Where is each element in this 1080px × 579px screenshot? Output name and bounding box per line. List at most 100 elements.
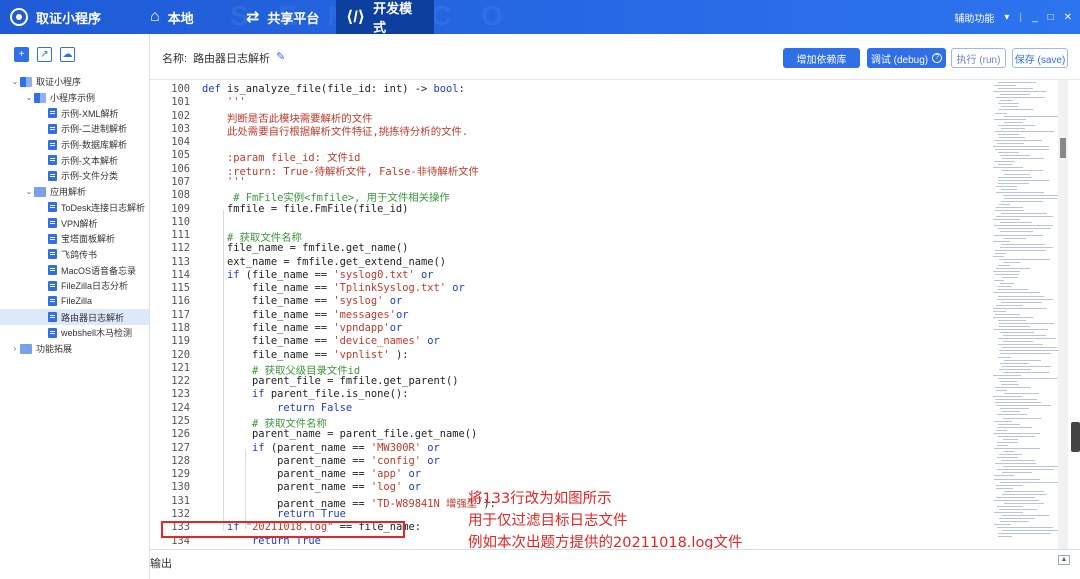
minimap-line (998, 124, 1035, 126)
nav-tab-share[interactable]: ⇄ 共享平台 (236, 0, 329, 34)
editor-scrollbar[interactable] (1058, 80, 1068, 549)
tree-item[interactable]: webshell木马检测 (0, 325, 149, 341)
code-line[interactable]: if (parent_name == 'MW300R' or (202, 442, 440, 454)
debug-button[interactable]: 调试 (debug) ? (867, 48, 946, 68)
minimap-line (1004, 115, 1062, 117)
code-line[interactable]: parent_name == 'app' or (202, 468, 421, 480)
code-line[interactable]: fmfile = file.FmFile(file_id) (202, 203, 408, 215)
line-number: 124 (171, 401, 190, 414)
minimap-line (998, 88, 1033, 90)
code-minimap[interactable] (990, 80, 1062, 549)
minimap-line (993, 432, 1040, 434)
minimap-line (1003, 341, 1033, 343)
code-line[interactable]: parent_name == 'log' or (202, 481, 421, 493)
tree-item[interactable]: MacOS语音备忘录 (0, 262, 149, 278)
close-button[interactable]: ✕ (1064, 12, 1072, 23)
minimap-line (1000, 100, 1013, 102)
code-line[interactable]: ext_name = fmfile.get_extend_name() (202, 256, 446, 268)
tree-item[interactable]: VPN解析 (0, 215, 149, 231)
maximize-button[interactable]: □ (1048, 12, 1054, 23)
program-name-value: 路由器日志解析 (193, 53, 271, 65)
code-line[interactable]: ''' (202, 96, 246, 108)
save-button[interactable]: 保存 (save) (1012, 48, 1068, 68)
code-line[interactable]: file_name = fmfile.get_name() (202, 242, 408, 254)
share-icon: ⇄ (246, 9, 260, 26)
nav-tab-local[interactable]: ⌂ 本地 (140, 0, 204, 34)
save-label: 保存 (save) (1014, 54, 1066, 66)
chevron-icon[interactable]: ⌄ (24, 187, 34, 196)
tree-item[interactable]: 宝塔面板解析 (0, 231, 149, 247)
tree-item[interactable]: 示例-XML解析 (0, 105, 149, 121)
code-line[interactable]: return False (202, 402, 352, 414)
tree-item[interactable]: ToDesk连接日志解析 (0, 200, 149, 216)
minimap-line (1004, 173, 1030, 175)
chevron-down-icon[interactable]: ▾ (1004, 12, 1009, 23)
tree-item[interactable]: ⌄ 取证小程序 (0, 74, 149, 90)
code-editor[interactable]: 100 def is_analyze_file(file_id: int) -> … (150, 80, 990, 549)
minimize-button[interactable]: _ (1032, 12, 1038, 23)
tree-item-label: MacOS语音备忘录 (61, 265, 137, 276)
tree-item[interactable]: 路由器日志解析 (0, 309, 149, 325)
code-line[interactable]: file_name == 'TplinkSyslog.txt' or (202, 282, 465, 294)
code-line[interactable]: file_name == 'device_names' or (202, 335, 440, 347)
minimap-line (993, 91, 1046, 93)
assist-menu[interactable]: 辅助功能 (954, 10, 994, 25)
tree-item[interactable]: 示例-文件分类 (0, 168, 149, 184)
line-number: 130 (171, 481, 190, 494)
code-line[interactable]: file_name == 'messages'or (202, 309, 408, 321)
file-icon (48, 108, 57, 119)
tree-item-label: 取证小程序 (36, 77, 82, 88)
tree-item[interactable]: ⌄ 小程序示例 (0, 90, 149, 106)
code-line[interactable]: parent_name = parent_file.get_name() (202, 428, 477, 440)
file-icon (48, 202, 57, 213)
chevron-icon[interactable]: ⌄ (10, 77, 20, 86)
minimap-line (996, 207, 1023, 209)
edit-pencil-icon[interactable]: ✎ (276, 50, 285, 66)
code-line[interactable]: parent_file = fmfile.get_parent() (202, 375, 458, 387)
code-line[interactable]: file_name == 'syslog' or (202, 295, 402, 307)
chevron-icon[interactable]: › (10, 344, 20, 353)
expand-output-icon[interactable]: ▲ (1058, 555, 1070, 565)
file-icon (48, 312, 57, 323)
tree-item[interactable]: 示例-数据库解析 (0, 137, 149, 153)
minimap-line (1004, 359, 1041, 361)
code-line[interactable]: def is_analyze_file(file_id: int) -> boo… (202, 83, 465, 95)
export-icon[interactable]: ↗ (37, 46, 52, 62)
code-line[interactable]: 此处需要自行根据解析文件特征,挑拣待分析的文件. (202, 123, 468, 138)
code-line[interactable]: return True (202, 508, 346, 520)
line-number: 122 (171, 375, 190, 388)
minimap-line (1001, 301, 1042, 303)
code-line[interactable]: parent_name == 'config' or (202, 455, 440, 467)
minimap-line (997, 298, 1053, 300)
app-brand[interactable]: 取证小程序 (10, 0, 101, 34)
nav-tab-dev-label: 开发模式 (373, 1, 413, 35)
tree-item[interactable]: ⌄ 应用解析 (0, 184, 149, 200)
minimap-line (995, 130, 1054, 132)
help-icon[interactable]: ? (932, 53, 943, 63)
scrollbar-thumb[interactable] (1060, 138, 1066, 158)
chevron-icon[interactable]: ⌄ (24, 93, 34, 102)
run-button[interactable]: 执行 (run) (951, 48, 1006, 68)
code-line[interactable]: file_name == 'vpndapp'or (202, 322, 402, 334)
minimap-line (1002, 277, 1018, 279)
tree-item[interactable]: 示例-文本解析 (0, 152, 149, 168)
side-handle[interactable] (1071, 422, 1080, 452)
minimap-line (999, 518, 1035, 520)
add-icon[interactable]: + (14, 46, 29, 62)
minimap-line (995, 210, 1024, 212)
code-line[interactable]: file_name == 'vpnlist' ): (202, 349, 408, 361)
file-icon (48, 170, 57, 181)
tree-item[interactable]: 示例-二进制解析 (0, 121, 149, 137)
tree-item[interactable]: FileZilla日志分析 (0, 278, 149, 294)
minimap-line (994, 475, 1014, 477)
cloud-icon[interactable]: ☁ (60, 46, 75, 62)
code-line[interactable]: ''' (202, 176, 246, 188)
debug-label: 调试 (debug) (870, 54, 929, 66)
add-dependency-button[interactable]: 增加依赖库 (783, 48, 860, 68)
code-line[interactable]: if parent_file.is_none(): (202, 388, 408, 400)
code-line[interactable]: if (file_name == 'syslog0.txt' or (202, 269, 433, 281)
tree-item[interactable]: FileZilla (0, 294, 149, 310)
nav-tab-dev[interactable]: ⟨/⟩ 开发模式 (336, 0, 434, 35)
tree-item[interactable]: 飞鸽传书 (0, 247, 149, 263)
tree-item[interactable]: › 功能拓展 (0, 341, 149, 357)
